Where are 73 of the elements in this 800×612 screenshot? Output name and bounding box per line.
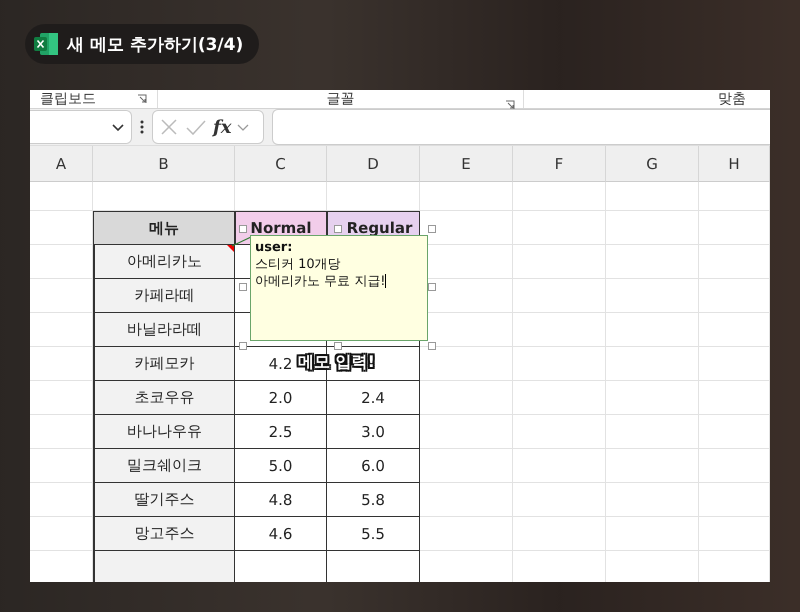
resize-handle[interactable]	[239, 225, 247, 233]
comment-note[interactable]: user: 스티커 10개당 아메리카노 무료 지급!	[250, 235, 428, 341]
grid-cell	[699, 313, 770, 347]
resize-handle[interactable]	[428, 342, 436, 350]
menu-name: 아메리카노	[127, 252, 202, 271]
column-header[interactable]: H	[699, 146, 770, 182]
grid-cell	[699, 517, 770, 551]
insert-function-button[interactable]: fx	[213, 116, 232, 138]
column-header[interactable]: G	[606, 146, 699, 182]
table-cell: 4.6	[235, 517, 327, 551]
grid-cell	[30, 279, 93, 313]
grid-cell	[699, 347, 770, 381]
column-header[interactable]: B	[93, 146, 235, 182]
grid-cell	[30, 449, 93, 483]
menu-name: 망고주스	[134, 524, 194, 543]
note-text: 아메리카노 무료 지급!	[255, 273, 388, 290]
grid-cell	[699, 483, 770, 517]
grid-cell	[30, 415, 93, 449]
column-header[interactable]: A	[30, 146, 93, 182]
formula-input-field[interactable]	[272, 109, 770, 145]
title-text: 새 메모 추가하기(3/4)	[67, 34, 244, 56]
menu-name: 딸기주스	[134, 490, 194, 509]
table-cell: 5.8	[327, 483, 420, 517]
grid-cell	[30, 517, 93, 551]
grid-cell	[30, 211, 93, 245]
ribbon-group-label: 클립보드	[40, 90, 96, 108]
resize-handle[interactable]	[428, 283, 436, 291]
menu-name: 밀크쉐이크	[127, 456, 202, 475]
grid-cell	[699, 279, 770, 313]
table-cell: 2.4	[327, 381, 420, 415]
menu-name: 초코우유	[134, 388, 194, 407]
column-header[interactable]: F	[513, 146, 606, 182]
table-cell: 2.0	[235, 381, 327, 415]
table-cell: 5.5	[327, 517, 420, 551]
resize-handle[interactable]	[334, 342, 342, 350]
table-cell: 5.0	[235, 449, 327, 483]
grid-cell	[30, 245, 93, 279]
column-header[interactable]: E	[420, 146, 513, 182]
resize-handle[interactable]	[239, 283, 247, 291]
resize-handle[interactable]	[334, 225, 342, 233]
ribbon-group-label: 맞춤	[718, 90, 746, 108]
dialog-launcher-icon[interactable]	[505, 100, 515, 110]
cancel-icon[interactable]	[159, 117, 179, 137]
grid-cell	[699, 381, 770, 415]
ribbon-group-label: 글꼴	[326, 90, 354, 108]
table-header-cell: 메뉴	[93, 211, 235, 245]
chevron-down-icon[interactable]	[111, 122, 125, 132]
menu-name: 카페라떼	[134, 286, 194, 305]
spreadsheet-app-icon	[33, 31, 59, 57]
menu-name: 바닐라라떼	[127, 320, 202, 339]
grid-cell	[699, 245, 770, 279]
grid-cell	[699, 415, 770, 449]
resize-handle[interactable]	[239, 342, 247, 350]
table-cell: 6.0	[327, 449, 420, 483]
grid-cell	[30, 347, 93, 381]
connector-line	[232, 236, 251, 247]
grid-cell	[30, 313, 93, 347]
grid-cell	[699, 182, 770, 211]
resize-handle[interactable]	[428, 225, 436, 233]
menu-name: 카페모카	[134, 354, 194, 373]
dialog-launcher-icon[interactable]	[137, 94, 147, 104]
table-cell: 3.0	[327, 415, 420, 449]
note-text: 스티커 10개당	[255, 256, 342, 273]
grid-cell	[30, 483, 93, 517]
column-header[interactable]: D	[327, 146, 420, 182]
grid-cell	[699, 211, 770, 245]
table-cell: 2.5	[235, 415, 327, 449]
grid-cell	[699, 449, 770, 483]
table-cell: 4.8	[235, 483, 327, 517]
grid-cell	[30, 381, 93, 415]
more-options-icon[interactable]	[140, 119, 144, 135]
menu-name: 바나나우유	[127, 422, 202, 441]
column-header[interactable]: C	[235, 146, 327, 182]
